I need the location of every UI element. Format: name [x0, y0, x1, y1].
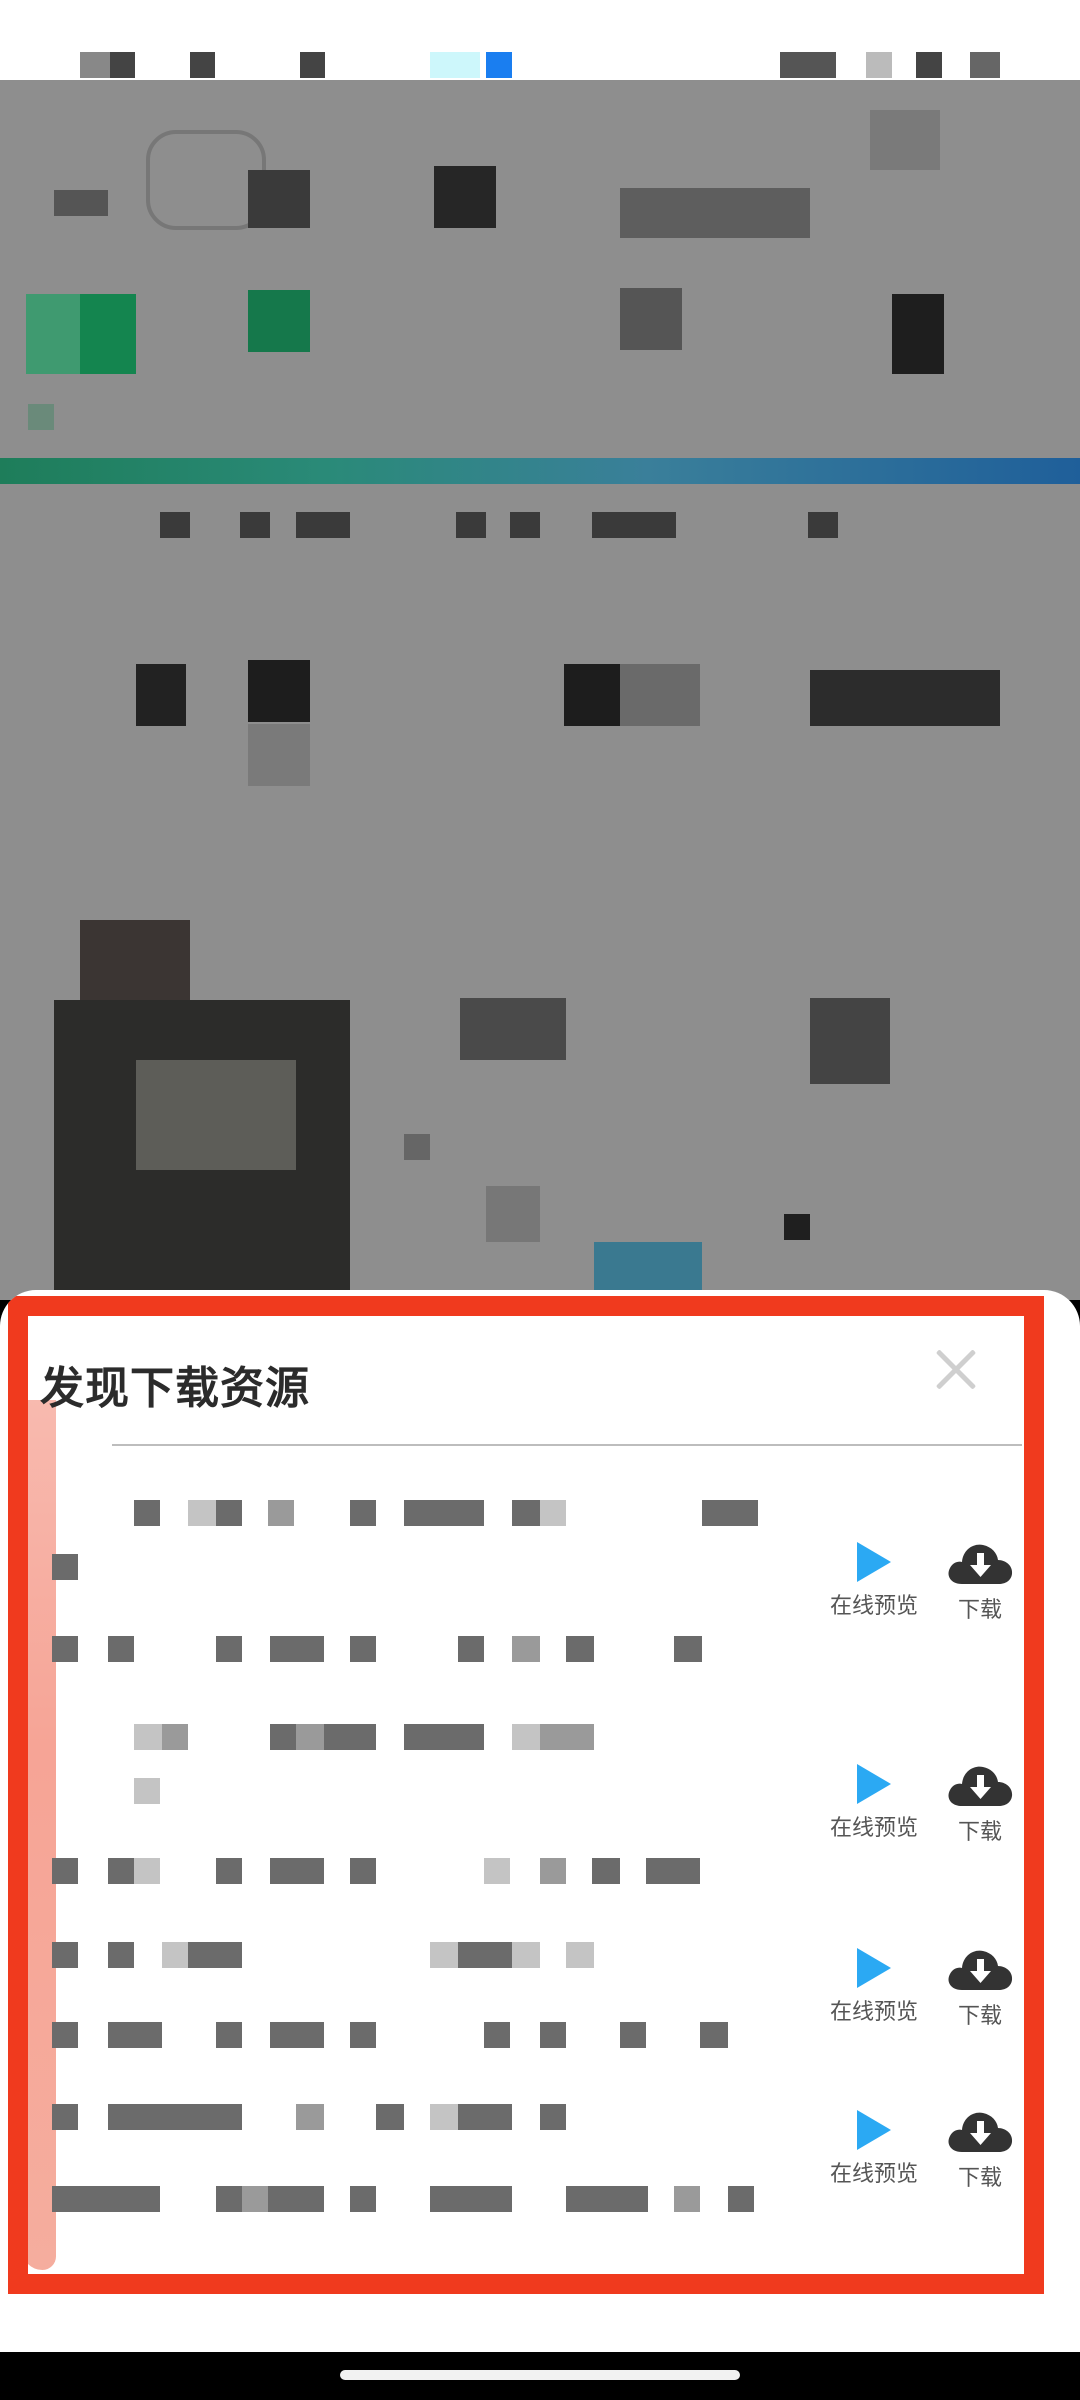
status-icon — [486, 52, 512, 78]
download-label: 下载 — [957, 2166, 1002, 2191]
background-shape — [54, 190, 108, 216]
cloud-download-icon — [946, 1540, 1014, 1586]
background-shape — [620, 288, 682, 350]
background-shape — [248, 660, 310, 722]
background-shape — [434, 166, 496, 228]
resource-name-line — [52, 2186, 792, 2212]
online-preview-button[interactable]: 在线预览 — [814, 1948, 934, 2026]
background-shape — [80, 920, 190, 1000]
resource-name-line — [52, 1858, 792, 1884]
background-shape — [808, 512, 838, 538]
background-shape — [80, 294, 136, 374]
resource-name-line — [52, 2022, 792, 2048]
list-item[interactable]: 在线预览 下载 — [40, 1942, 1030, 2082]
online-preview-button[interactable]: 在线预览 — [814, 1764, 934, 1842]
background-shape — [28, 404, 54, 430]
list-item[interactable]: 在线预览 下载 — [40, 1500, 1030, 1690]
online-preview-button[interactable]: 在线预览 — [814, 1542, 934, 1620]
download-button[interactable]: 下载 — [940, 1762, 1020, 1846]
background-shape — [136, 664, 186, 726]
navigation-bar — [0, 2352, 1080, 2400]
background-shape — [160, 512, 190, 538]
background-shape — [870, 110, 940, 170]
online-preview-label: 在线预览 — [829, 1816, 918, 1841]
background-shape — [620, 188, 810, 238]
resource-name-line — [52, 1942, 792, 1968]
online-preview-button[interactable]: 在线预览 — [814, 2110, 934, 2188]
play-icon — [857, 1542, 891, 1582]
background-shape — [460, 998, 566, 1060]
background-accent-strip — [0, 458, 1080, 484]
resource-name-line — [52, 2104, 792, 2130]
download-button[interactable]: 下载 — [940, 1540, 1020, 1624]
cloud-download-icon — [946, 1762, 1014, 1808]
status-icon — [190, 52, 215, 78]
status-icon — [780, 52, 836, 78]
background-shape — [810, 670, 1000, 726]
status-icon — [866, 52, 892, 78]
resource-name-line — [52, 1778, 792, 1804]
list-item[interactable]: 在线预览 下载 — [40, 2104, 1030, 2254]
status-icon — [110, 52, 135, 78]
background-shape — [248, 170, 310, 228]
cloud-download-icon — [946, 2108, 1014, 2154]
background-shape — [296, 512, 350, 538]
background-shape — [510, 512, 540, 538]
background-shape — [248, 290, 310, 352]
background-shape — [136, 1060, 296, 1170]
play-icon — [857, 2110, 891, 2150]
background-shape — [240, 512, 270, 538]
background-shape — [486, 1186, 540, 1242]
status-icon — [970, 52, 1000, 78]
online-preview-label: 在线预览 — [829, 2162, 918, 2187]
download-label: 下载 — [957, 1820, 1002, 1845]
resource-name-line — [52, 1724, 792, 1750]
status-icon — [80, 52, 110, 78]
home-indicator[interactable] — [340, 2370, 740, 2380]
background-shape — [564, 664, 620, 726]
resource-name-line — [52, 1500, 792, 1526]
background-shape — [404, 1134, 430, 1160]
status-icon — [916, 52, 942, 78]
play-icon — [857, 1764, 891, 1804]
download-button[interactable]: 下载 — [940, 2108, 1020, 2192]
background-shape — [784, 1214, 810, 1240]
background-shape — [592, 512, 676, 538]
play-icon — [857, 1948, 891, 1988]
background-shape — [456, 512, 486, 538]
download-label: 下载 — [957, 1598, 1002, 1623]
cloud-download-icon — [946, 1946, 1014, 1992]
resource-name-line — [52, 1636, 792, 1662]
background-shape — [248, 724, 310, 786]
background-shape — [892, 294, 944, 374]
online-preview-label: 在线预览 — [829, 2000, 918, 2025]
download-button[interactable]: 下载 — [940, 1946, 1020, 2030]
status-icon — [430, 52, 480, 78]
resource-name-line — [52, 1554, 792, 1580]
resource-list: 在线预览 下载 在线预览 下载 在线预览 下载 在线预览 下载 — [0, 1290, 1080, 2290]
background-shape — [810, 998, 890, 1084]
list-item[interactable]: 在线预览 下载 — [40, 1724, 1030, 1894]
online-preview-label: 在线预览 — [829, 1594, 918, 1619]
download-label: 下载 — [957, 2004, 1002, 2029]
status-bar — [0, 0, 1080, 80]
background-page-overlay — [0, 80, 1080, 1300]
status-icon — [300, 52, 325, 78]
background-shape — [620, 664, 700, 726]
download-resources-sheet: 发现下载资源 在线预览 下载 在线预览 下载 在线预览 下载 在线预览 下载 — [0, 1290, 1080, 2352]
